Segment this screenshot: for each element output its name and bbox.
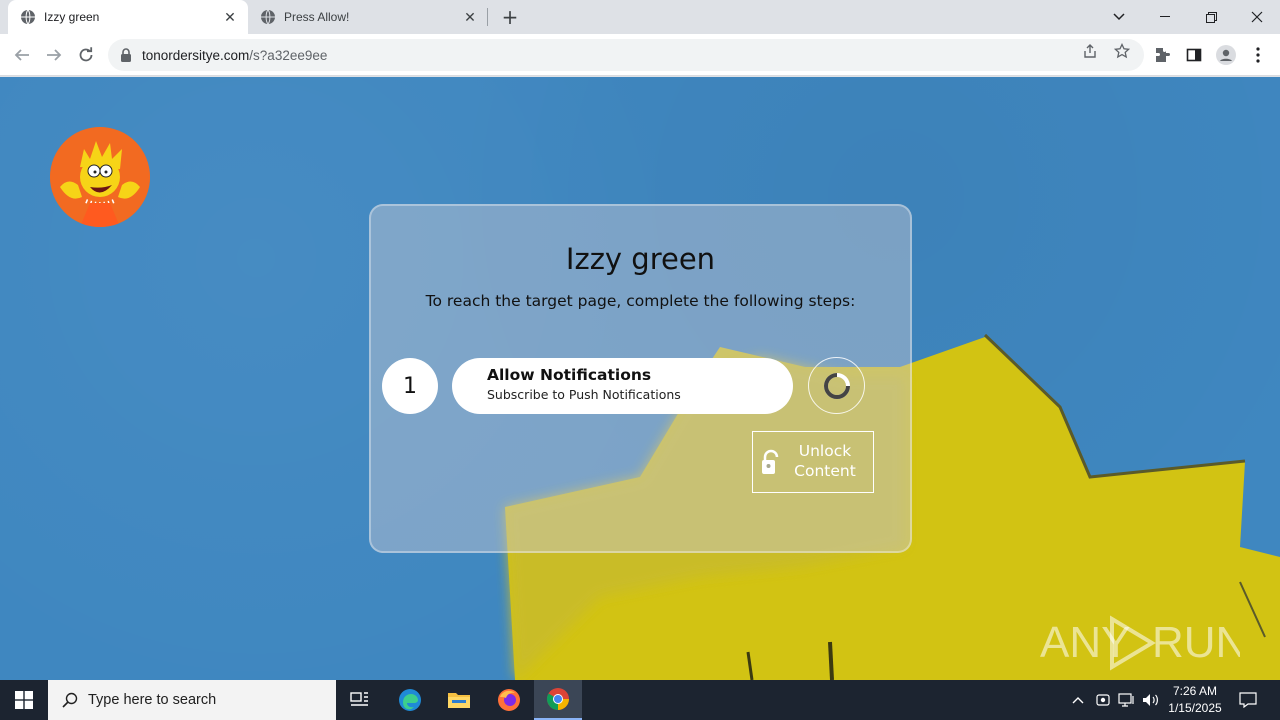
tab-press-allow[interactable]: Press Allow! ✕ [248,0,488,34]
card-title: Izzy green [565,242,716,276]
tab-title: Izzy green [44,10,100,24]
profile-avatar-icon[interactable] [1216,45,1236,65]
steps-card: Izzy green To reach the target page, com… [369,204,912,553]
reload-button[interactable] [72,41,100,69]
back-button[interactable] [8,41,36,69]
tab-separator [487,8,488,26]
task-view-icon [350,692,368,706]
page-content: Izzy green To reach the target page, com… [0,77,1280,680]
search-icon [62,692,78,708]
share-icon[interactable] [1081,42,1099,60]
bookmark-star-icon[interactable] [1113,42,1131,60]
clock-date: 1/15/2025 [1168,701,1222,715]
windows-taskbar: Type here to search 7:26 AM 1/15/2025 [0,680,1280,720]
url-host: tonordersitye.com [142,47,250,63]
address-bar[interactable]: tonordersitye.com/s?a32ee9ee [108,39,1144,71]
url-path: /s?a32ee9ee [249,47,328,63]
edge-icon [399,689,421,711]
chrome-menu-icon[interactable] [1248,45,1268,65]
search-placeholder: Type here to search [88,692,217,708]
taskbar-edge[interactable] [386,680,434,720]
tab-search-icon[interactable] [1096,0,1142,34]
watermark-any: ANY [1040,618,1130,667]
unlock-label-line1: Unlock [798,442,852,460]
start-button[interactable] [0,680,48,720]
taskbar-firefox[interactable] [485,680,533,720]
step-title: Allow Notifications [487,366,652,384]
globe-icon [21,9,35,25]
taskbar-file-explorer[interactable] [435,680,483,720]
taskbar-clock[interactable]: 7:26 AM 1/15/2025 [1160,683,1230,717]
card-subtitle: To reach the target page, complete the f… [425,292,856,310]
taskbar-chrome[interactable] [534,680,582,720]
globe-icon [261,9,275,25]
anyrun-watermark: ANY RUN [1040,615,1240,671]
browser-toolbar: tonordersitye.com/s?a32ee9ee [0,34,1280,76]
extensions-icon[interactable] [1152,45,1172,65]
network-icon[interactable] [1116,680,1138,720]
folder-icon [448,693,470,708]
new-tab-button[interactable]: + [498,5,522,29]
forward-button[interactable] [40,41,68,69]
close-tab-icon[interactable]: ✕ [222,9,238,25]
side-panel-icon[interactable] [1184,45,1204,65]
chrome-icon [547,688,569,710]
taskbar-search-box[interactable]: Type here to search [48,680,336,720]
minimize-button[interactable] [1142,0,1188,34]
tab-izzy-green[interactable]: Izzy green ✕ [8,0,248,34]
meet-now-icon[interactable] [1093,680,1113,720]
padlock-icon [762,449,779,474]
unlock-label-line2: Content [794,462,856,480]
allow-notifications-step[interactable]: Allow Notifications Subscribe to Push No… [452,358,793,414]
unlock-content-button[interactable]: Unlock Content [752,431,874,493]
restore-button[interactable] [1188,0,1234,34]
tab-strip: Izzy green ✕ Press Allow! ✕ + [0,0,1280,34]
unlock-content-label: Unlock Content [783,441,867,481]
notifications-icon[interactable] [1234,680,1262,720]
clock-time: 7:26 AM [1172,684,1218,698]
close-tab-icon[interactable]: ✕ [462,9,478,25]
close-window-button[interactable] [1234,0,1280,34]
watermark-run: RUN [1152,618,1240,667]
url-text: tonordersitye.com/s?a32ee9ee [142,48,327,63]
spinner-icon [823,372,850,399]
windows-logo-icon [15,691,33,709]
show-hidden-icons[interactable] [1068,680,1088,720]
firefox-icon [498,689,520,711]
tab-title: Press Allow! [284,10,350,24]
lock-icon[interactable] [120,48,132,62]
task-view-button[interactable] [336,680,384,720]
loading-spinner [808,357,865,414]
lisa-simpson-avatar [50,127,150,227]
volume-icon[interactable] [1140,680,1162,720]
step-number-badge: 1 [382,358,438,414]
step-description: Subscribe to Push Notifications [487,387,681,402]
